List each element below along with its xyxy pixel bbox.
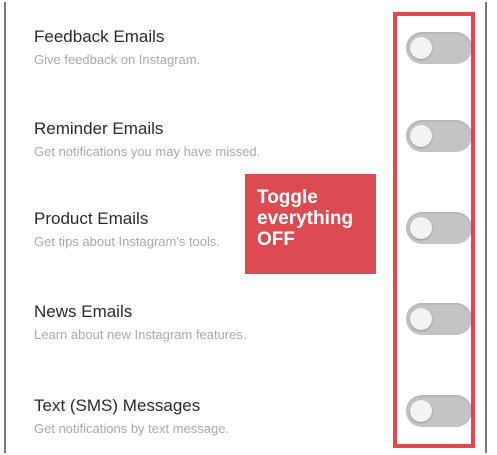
instruction-callout: Toggle everything OFF [245,174,376,274]
setting-title: Reminder Emails [34,119,164,138]
callout-line: OFF [257,229,295,250]
setting-description: Learn about new Instagram features. [34,327,247,342]
product-emails-toggle[interactable] [406,212,472,244]
setting-description: Get notifications you may have missed. [34,144,261,159]
setting-row-news-emails: News Emails Learn about new Instagram fe… [34,301,364,344]
setting-row-sms-messages: Text (SMS) Messages Get notifications by… [34,395,364,438]
callout-line: everything [257,208,354,229]
reminder-emails-toggle[interactable] [406,120,472,152]
setting-title: News Emails [34,302,133,321]
toggle-knob [410,400,432,422]
toggle-knob [410,217,432,239]
sms-messages-toggle[interactable] [406,395,472,427]
setting-row-feedback-emails: Feedback Emails Give feedback on Instagr… [34,26,364,69]
toggle-knob [410,125,432,147]
news-emails-toggle[interactable] [406,303,472,335]
toggle-knob [410,37,432,59]
setting-description: Give feedback on Instagram. [34,52,201,67]
setting-row-reminder-emails: Reminder Emails Get notifications you ma… [34,118,364,161]
setting-title: Feedback Emails [34,27,165,46]
setting-description: Get notifications by text message. [34,421,230,436]
feedback-emails-toggle[interactable] [406,32,472,64]
toggle-knob [410,308,432,330]
callout-line: Toggle [257,187,318,208]
setting-title: Text (SMS) Messages [34,396,201,415]
